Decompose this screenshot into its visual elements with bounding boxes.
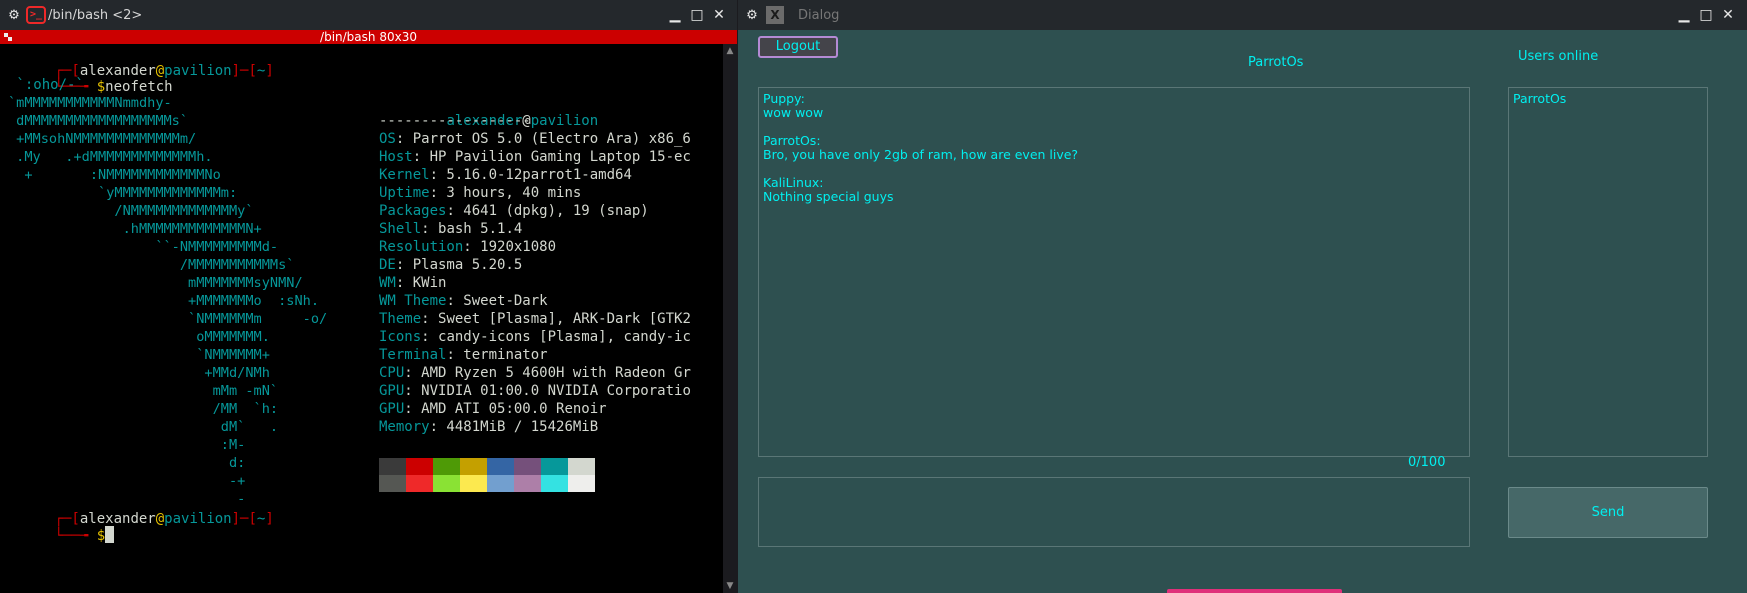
terminal-header-title: /bin/bash 80x30 <box>320 30 417 44</box>
info-line: GPU: NVIDIA 01:00.0 NVIDIA Corporatio <box>379 383 691 399</box>
palette-swatch <box>487 458 514 475</box>
palette-swatch <box>460 458 487 475</box>
logout-button[interactable]: Logout <box>758 36 838 58</box>
palette-swatch <box>379 475 406 492</box>
window-menu-gear-icon[interactable]: ⚙ <box>742 5 762 25</box>
info-header: alexander@pavilion <box>446 113 599 129</box>
neofetch-ascii-logo: `mMMMMMMMMMMMNmmdhy- dMMMMMMMMMMMMMMMMMM… <box>8 95 328 507</box>
message-sender: ParrotOs: <box>763 133 821 148</box>
terminal-grid-icon[interactable] <box>4 33 12 41</box>
chat-history[interactable]: Puppy: wow wow ParrotOs: Bro, you have only… <box>758 87 1470 457</box>
text-cursor <box>105 526 115 543</box>
info-line: WM Theme: Sweet-Dark <box>379 293 548 309</box>
info-line: Packages: 4641 (dpkg), 19 (snap) <box>379 203 649 219</box>
info-line: Memory: 4481MiB / 15426MiB <box>379 419 599 435</box>
palette-swatch <box>514 475 541 492</box>
terminal-titlebar[interactable]: ⚙ >_ /bin/bash <2> ▁ □ ✕ <box>0 0 737 30</box>
window-menu-gear-icon[interactable]: ⚙ <box>4 5 24 25</box>
system-info: alexander@pavilion ------------------ OS… <box>379 94 691 436</box>
maximize-icon[interactable]: □ <box>688 6 706 24</box>
info-line: Kernel: 5.16.0-12parrot1-amd64 <box>379 167 632 183</box>
color-palette <box>379 458 595 492</box>
minimize-icon[interactable]: ▁ <box>666 6 684 24</box>
info-line: Icons: candy-icons [Plasma], candy-ic <box>379 329 691 345</box>
dialog-window-title: Dialog <box>798 7 840 23</box>
info-line: Shell: bash 5.1.4 <box>379 221 523 237</box>
x11-app-icon: X <box>766 6 784 24</box>
terminal-output[interactable]: ┌─[alexander@pavilion]─[~] └──╼ $neofetc… <box>0 44 723 593</box>
palette-swatch <box>541 475 568 492</box>
palette-swatch <box>433 458 460 475</box>
message-sender: Puppy: <box>763 91 805 106</box>
scroll-down-icon[interactable]: ▼ <box>723 579 737 593</box>
palette-swatch <box>406 475 433 492</box>
message-sender: KaliLinux: <box>763 175 824 190</box>
info-line: CPU: AMD Ryzen 5 4600H with Radeon Gr <box>379 365 691 381</box>
info-separator: ------------------ <box>379 113 531 129</box>
palette-swatch <box>460 475 487 492</box>
palette-swatch <box>514 458 541 475</box>
palette-swatch <box>568 458 595 475</box>
dialog-titlebar[interactable]: ⚙ X Dialog ▁ □ ✕ <box>738 0 1747 30</box>
info-line: OS: Parrot OS 5.0 (Electro Ara) x86_6 <box>379 131 691 147</box>
taskbar-indicator <box>1167 589 1342 593</box>
chat-dialog-window: ⚙ X Dialog ▁ □ ✕ Logout ParrotOs Users o… <box>738 0 1747 593</box>
terminal-app-icon: >_ <box>26 5 46 25</box>
message-text: Bro, you have only 2gb of ram, how are e… <box>763 147 1079 162</box>
info-line: WM: KWin <box>379 275 447 291</box>
user-list-item[interactable]: ParrotOs <box>1513 92 1703 106</box>
info-line: Resolution: 1920x1080 <box>379 239 557 255</box>
message-text: Nothing special guys <box>763 189 894 204</box>
send-button[interactable]: Send <box>1508 487 1708 538</box>
info-line: DE: Plasma 5.20.5 <box>379 257 523 273</box>
info-line: Uptime: 3 hours, 40 mins <box>379 185 582 201</box>
message-input[interactable] <box>758 477 1470 547</box>
users-online-heading: Users online <box>1518 49 1599 64</box>
maximize-icon[interactable]: □ <box>1697 6 1715 24</box>
message-text: wow wow <box>763 105 824 120</box>
palette-swatch <box>568 475 595 492</box>
minimize-icon[interactable]: ▁ <box>1675 6 1693 24</box>
palette-swatch <box>406 458 433 475</box>
terminal-window-title: /bin/bash <2> <box>48 7 143 23</box>
palette-swatch <box>487 475 514 492</box>
terminal-window: ⚙ >_ /bin/bash <2> ▁ □ ✕ /bin/bash 80x30… <box>0 0 737 593</box>
info-line: GPU: AMD ATI 05:00.0 Renoir <box>379 401 607 417</box>
info-line: Terminal: terminator <box>379 347 548 363</box>
users-online-list[interactable]: ParrotOs <box>1508 87 1708 457</box>
close-icon[interactable]: ✕ <box>1719 6 1737 24</box>
terminal-scrollbar[interactable]: ▲ ▼ <box>723 44 737 593</box>
palette-swatch <box>541 458 568 475</box>
terminal-tab-header[interactable]: /bin/bash 80x30 <box>0 30 737 44</box>
input-prompt-line[interactable]: └──╼ $ <box>4 508 115 544</box>
neofetch-logo-first: `:oho/-` <box>8 77 84 93</box>
info-line: Theme: Sweet [Plasma], ARK-Dark [GTK2 <box>379 311 691 327</box>
palette-swatch <box>433 475 460 492</box>
palette-swatch <box>379 458 406 475</box>
close-icon[interactable]: ✕ <box>710 6 728 24</box>
current-user-label: ParrotOs <box>1248 55 1304 70</box>
info-line: Host: HP Pavilion Gaming Laptop 15-ec <box>379 149 691 165</box>
char-counter: 0/100 <box>1408 455 1446 470</box>
scroll-up-icon[interactable]: ▲ <box>723 44 737 58</box>
